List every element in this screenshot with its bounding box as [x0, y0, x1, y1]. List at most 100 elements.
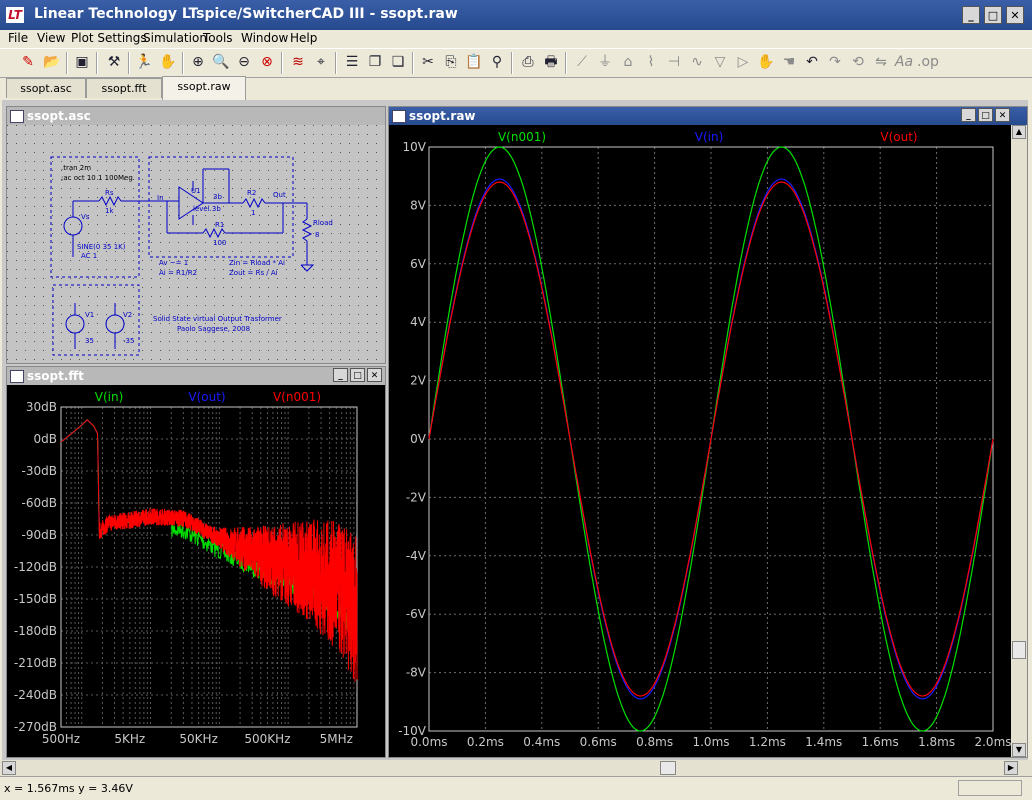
raw-legend-entry: V(out)	[880, 130, 917, 144]
label-rload: Rload	[313, 219, 333, 227]
fft-legend-entry: V(in)	[95, 390, 124, 404]
scroll-down-button[interactable]: ▼	[1012, 743, 1026, 757]
fft-x-tick-label: 5MHz	[320, 732, 353, 746]
diode-icon[interactable]: ▽	[710, 52, 730, 72]
menu-file[interactable]: File	[8, 31, 28, 45]
capacitor-icon[interactable]: ⊣	[664, 52, 684, 72]
find-icon[interactable]: ⚲	[487, 52, 507, 72]
ltspice-logo-icon[interactable]: LT	[6, 7, 24, 23]
fft-plot[interactable]: 500Hz 5KHz 50KHz 500KHz 5MHz 30dB 0dB -30dB -60d…	[7, 385, 385, 757]
raw-legend-entry: V(n001)	[498, 130, 546, 144]
menu-window[interactable]: Window	[241, 31, 288, 45]
scroll-right-button[interactable]: ▶	[1004, 761, 1018, 775]
raw-window-title: ssopt.raw	[409, 109, 476, 123]
raw-y-tick-label: 2V	[410, 374, 427, 388]
fft-minimize-button[interactable]: _	[333, 368, 348, 382]
cursor-icon[interactable]: ⌖	[311, 52, 331, 72]
label-u1: U1	[191, 187, 201, 195]
cut-icon[interactable]: ✂	[418, 52, 438, 72]
new-schematic-icon[interactable]: ✎	[18, 52, 38, 72]
paste-icon[interactable]: 📋	[464, 52, 484, 72]
resistor-icon[interactable]: ⌇	[641, 52, 661, 72]
print-setup-icon[interactable]: ⎙	[518, 52, 538, 72]
redo-icon[interactable]: ↷	[825, 52, 845, 72]
print-icon[interactable]: 🖶	[541, 52, 561, 72]
copy-icon[interactable]: ⎘	[441, 52, 461, 72]
scroll-up-button[interactable]: ▲	[1012, 125, 1026, 139]
zoom-in-2-icon[interactable]: 🔍	[211, 52, 231, 72]
tab-ssopt-asc[interactable]: ssopt.asc	[6, 78, 86, 98]
raw-legend-entry: V(in)	[695, 130, 724, 144]
raw-maximize-button[interactable]: □	[978, 108, 993, 122]
label-r1-value: 100	[213, 239, 226, 247]
label-rs-value: 1k	[105, 207, 114, 215]
mirror-icon[interactable]: ⇋	[871, 52, 891, 72]
schematic-canvas[interactable]: .tran 2m ;ac oct 10 1 100Meg Rs 1k Vs SI…	[7, 125, 385, 363]
fft-window-icon	[10, 370, 24, 383]
minimize-button[interactable]: _	[962, 6, 980, 24]
rotate-icon[interactable]: ⟲	[848, 52, 868, 72]
fft-x-tick-label: 500Hz	[42, 732, 80, 746]
fft-y-tick-label: -150dB	[14, 592, 57, 606]
save-icon[interactable]: ▣	[72, 52, 92, 72]
raw-close-button[interactable]: ✕	[995, 108, 1010, 122]
fft-maximize-button[interactable]: □	[350, 368, 365, 382]
spice-directive-icon[interactable]: .op	[917, 52, 939, 72]
tile-horizontal-icon[interactable]: ☰	[342, 52, 362, 72]
label-icon[interactable]: ⌂	[618, 52, 638, 72]
open-icon[interactable]: 📂	[42, 52, 62, 72]
menu-view[interactable]: View	[37, 31, 65, 45]
move-icon[interactable]: ✋	[756, 52, 776, 72]
raw-minimize-button[interactable]: _	[961, 108, 976, 122]
hscroll-thumb[interactable]	[660, 761, 676, 775]
raw-y-tick-label: -10V	[398, 724, 427, 738]
tile-vertical-icon[interactable]: ❏	[388, 52, 408, 72]
drag-icon[interactable]: ☚	[779, 52, 799, 72]
menu-tools[interactable]: Tools	[203, 31, 233, 45]
menu-bar: File View Plot Settings Simulation Tools…	[0, 30, 1032, 48]
raw-x-tick-label: 0.4ms	[523, 735, 560, 749]
undo-icon[interactable]: ↶	[802, 52, 822, 72]
cursor-readout: x = 1.567ms y = 3.46V	[4, 782, 133, 795]
wire-icon[interactable]: ⟋	[572, 52, 592, 72]
fft-close-button[interactable]: ✕	[367, 368, 382, 382]
label-r2: R2	[247, 189, 256, 197]
status-panel	[958, 780, 1022, 796]
tab-ssopt-fft[interactable]: ssopt.fft	[86, 78, 162, 98]
label-r1: R1	[215, 221, 224, 229]
waveform-plot[interactable]: 0.0ms 0.2ms 0.4ms 0.6ms 0.8ms 1.0ms 1.2ms 1.4ms…	[389, 125, 1011, 757]
menu-plot-settings[interactable]: Plot Settings	[71, 31, 147, 45]
maximize-button[interactable]: □	[984, 6, 1002, 24]
tab-ssopt-raw[interactable]: ssopt.raw	[162, 76, 246, 100]
inductor-icon[interactable]: ∿	[687, 52, 707, 72]
menu-help[interactable]: Help	[290, 31, 317, 45]
mdi-workspace: ssopt.asc .tran 2m ;ac oct 10 1 100Meg R…	[2, 100, 1028, 760]
zoom-cancel-icon[interactable]: ⊗	[257, 52, 277, 72]
raw-y-tick-label: 0V	[410, 432, 427, 446]
zoom-out-icon[interactable]: ⊖	[234, 52, 254, 72]
raw-x-tick-label: 2.0ms	[974, 735, 1011, 749]
fft-y-tick-label: -30dB	[22, 464, 57, 478]
control-panel-icon[interactable]: ⚒	[104, 52, 124, 72]
tran-directive: .tran 2m	[61, 164, 91, 172]
text-icon[interactable]: Aa	[894, 52, 914, 72]
horizontal-scrollbar[interactable]: ◀ ▶	[0, 760, 1032, 776]
cascade-icon[interactable]: ❐	[365, 52, 385, 72]
raw-vertical-scrollbar[interactable]: ▲ ▼	[1011, 125, 1027, 757]
run-icon[interactable]: 🏃	[134, 52, 154, 72]
window-title: Linear Technology LTspice/SwitcherCAD II…	[34, 6, 458, 22]
document-tabs: ssopt.asc ssopt.fft ssopt.raw	[0, 76, 1032, 100]
menu-simulation[interactable]: Simulation	[143, 31, 207, 45]
label-vs: Vs	[81, 213, 90, 221]
close-button[interactable]: ✕	[1006, 6, 1024, 24]
fft-y-tick-label: -270dB	[14, 720, 57, 734]
scroll-thumb[interactable]	[1012, 641, 1026, 659]
raw-x-tick-label: 0.8ms	[636, 735, 673, 749]
component-icon[interactable]: ▷	[733, 52, 753, 72]
scroll-left-button[interactable]: ◀	[2, 761, 16, 775]
fft-y-tick-label: 0dB	[34, 432, 57, 446]
autoscale-icon[interactable]: ≋	[288, 52, 308, 72]
ground-icon[interactable]: ⏚	[595, 52, 615, 72]
zoom-in-icon[interactable]: ⊕	[188, 52, 208, 72]
pan-icon[interactable]: ✋	[158, 52, 178, 72]
